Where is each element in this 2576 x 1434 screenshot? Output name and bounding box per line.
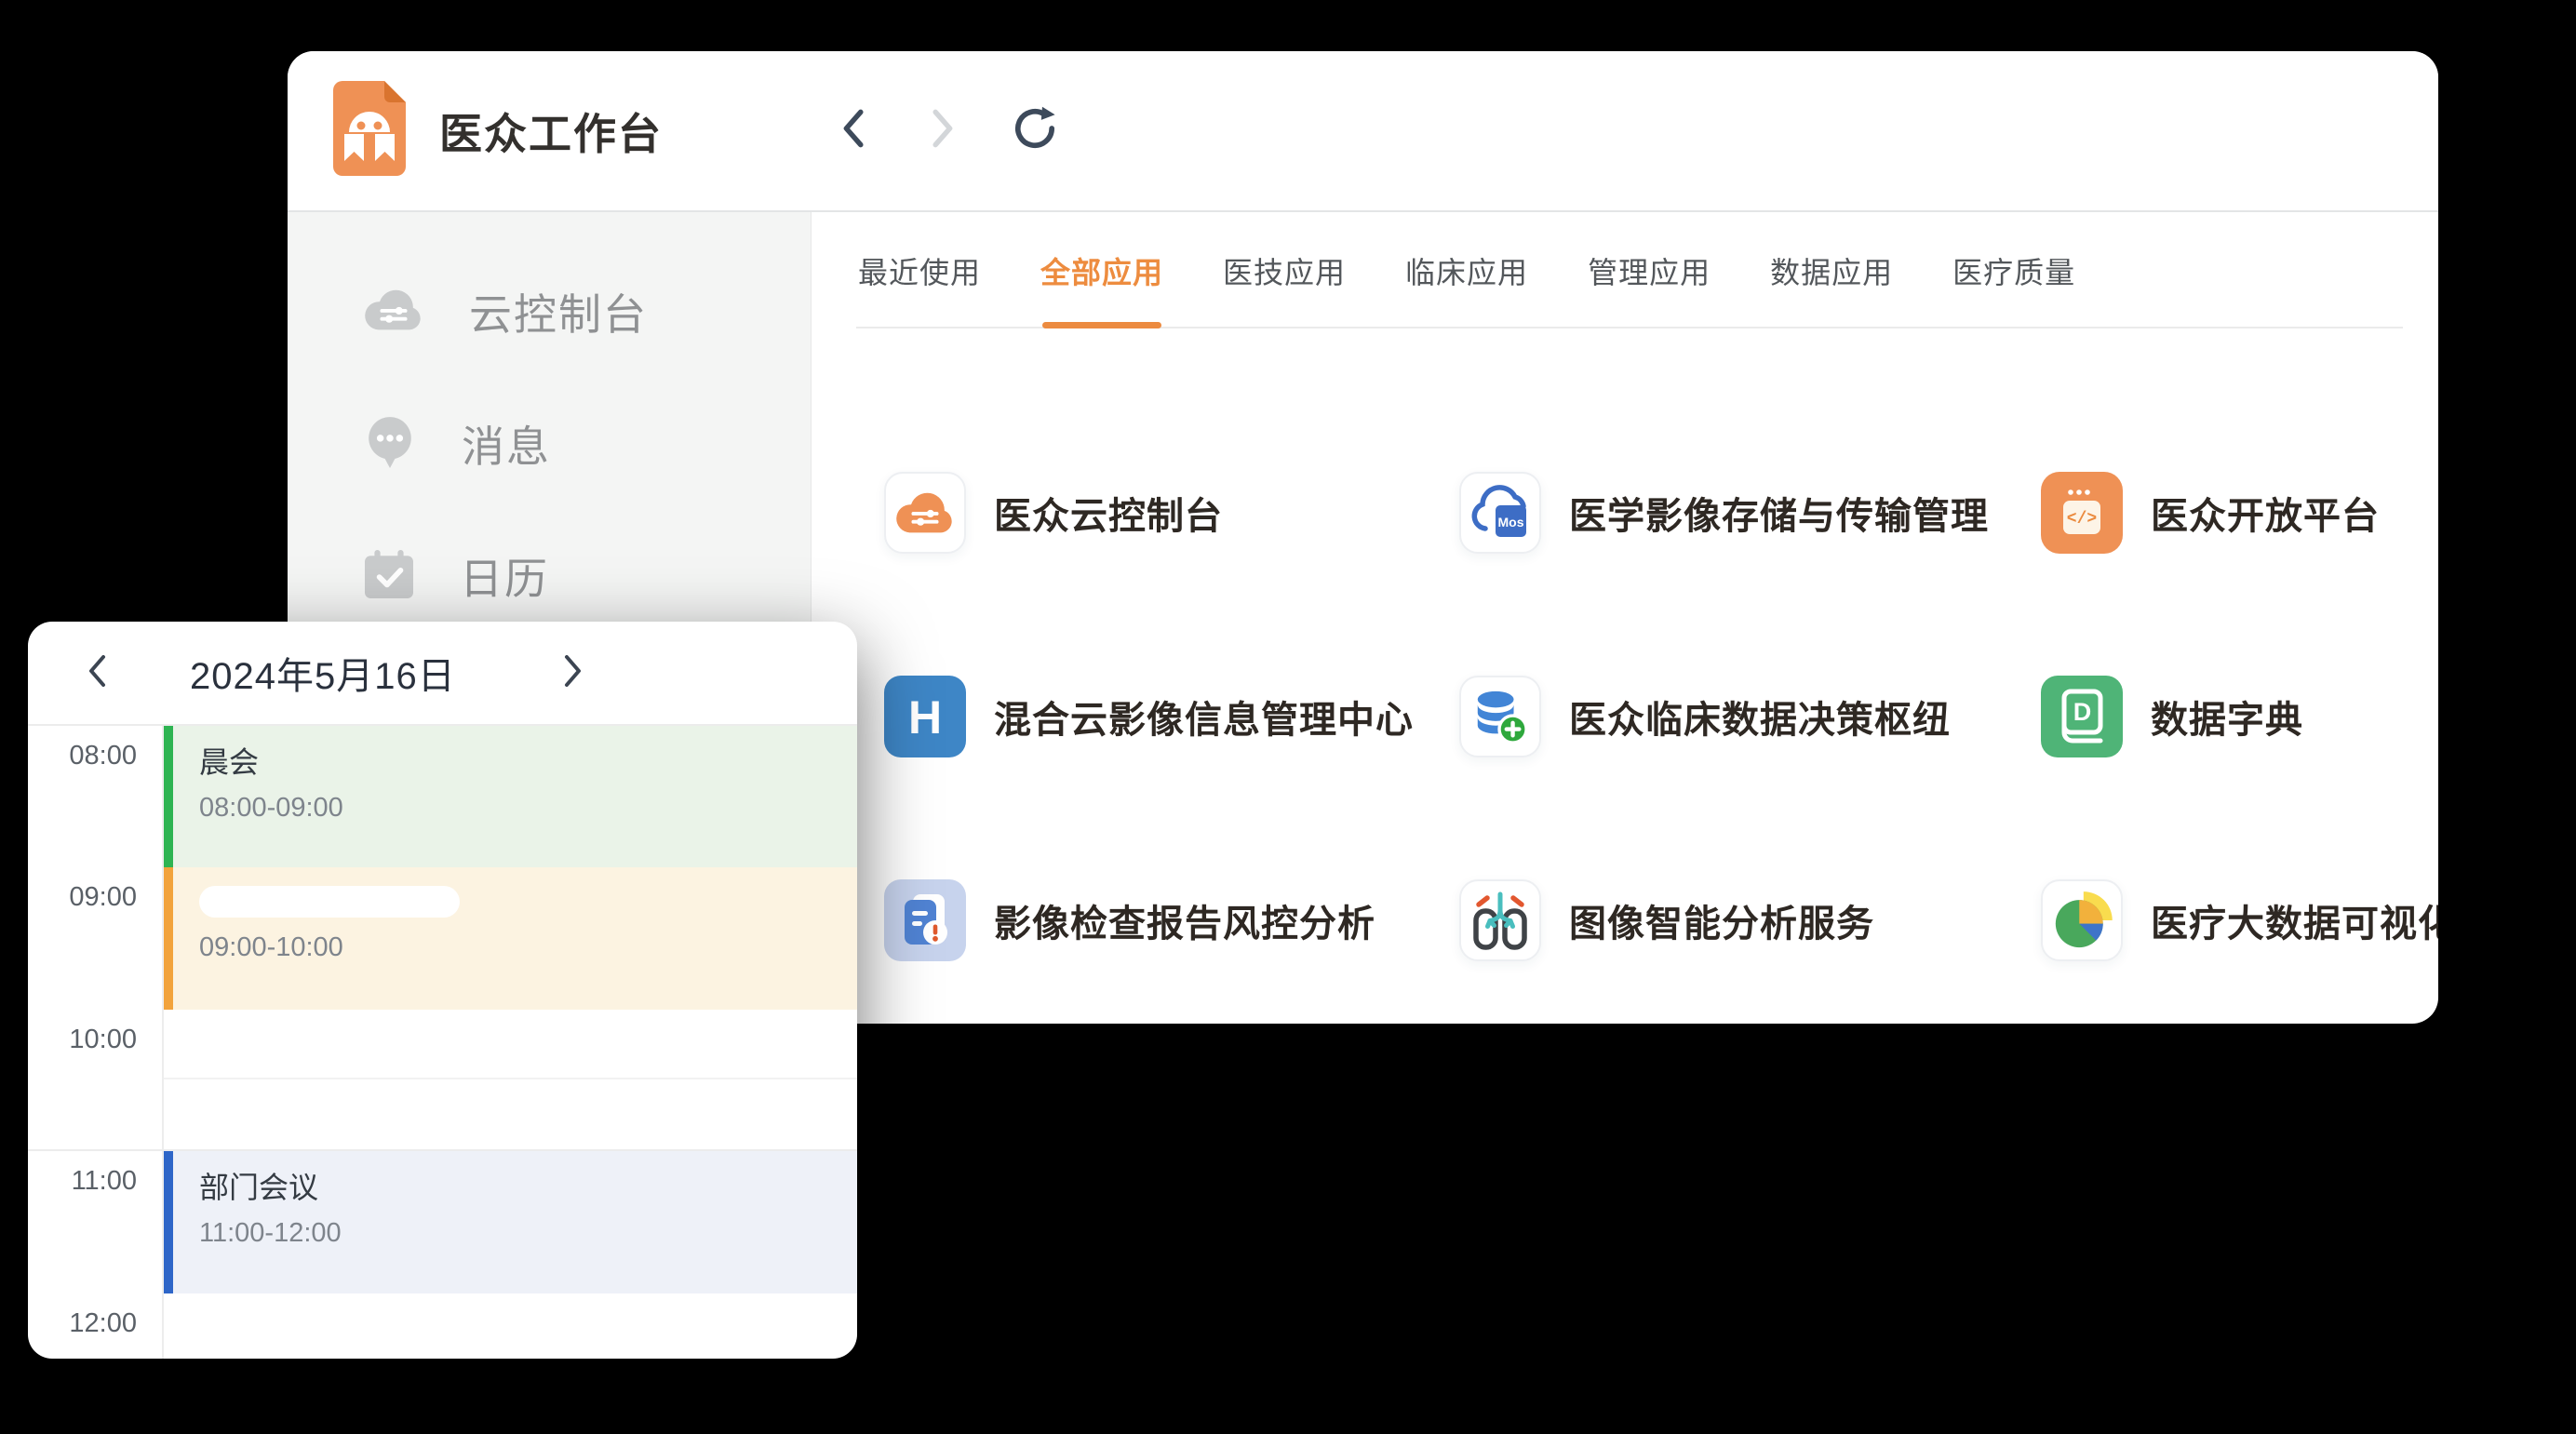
time-label: 09:00 [28,867,164,1010]
chevron-right-icon [563,654,584,692]
data-dictionary-icon: D [2041,676,2123,757]
cloud-mos-icon: Mos [1459,472,1541,554]
chevron-left-icon [87,654,107,692]
chevron-left-icon [839,108,865,154]
lungs-icon [1459,879,1541,961]
nav-group [828,107,1059,155]
app-clinical-data-hub[interactable]: 医众临床数据决策枢纽 [1459,614,2041,818]
svg-text:H: H [908,691,942,744]
refresh-button[interactable] [1011,107,1059,155]
app-grid: 医众云控制台 Mos 医学影像存储与传输管理 [856,410,2438,1022]
calendar-row-1200: 12:00 [28,1293,857,1359]
content-area: 最近使用 全部应用 医技应用 临床应用 管理应用 数据应用 医疗质量 [812,212,2438,1024]
page-title: 医众工作台 [439,101,663,162]
messages-icon [365,415,415,474]
calendar-date: 2024年5月16日 [190,646,456,700]
back-button[interactable] [828,107,877,155]
app-name: 数据字典 [2151,690,2303,744]
app-name: 医疗大数据可视化 [2151,893,2438,947]
active-tab-underline [1042,322,1161,328]
app-cloud-console[interactable]: 医众云控制台 [884,410,1459,614]
calendar-panel: 2024年5月16日 08:00 晨会 08:00-09:00 09:00 09… [28,622,857,1359]
forward-button[interactable] [919,107,968,155]
svg-text:</>: </> [2067,510,2097,529]
app-name: 图像智能分析服务 [1569,893,1874,947]
tab-all-apps[interactable]: 全部应用 [1039,212,1165,328]
app-logo-icon [333,81,406,181]
sidebar-item-label: 云控制台 [469,281,648,342]
cloud-console-icon [365,288,423,336]
calendar-event-private[interactable]: 09:00-10:00 [164,867,857,1010]
app-imaging-storage-transfer[interactable]: Mos 医学影像存储与传输管理 [1459,410,2041,614]
report-alert-icon [884,879,966,961]
app-data-dictionary[interactable]: D 数据字典 [2041,614,2438,818]
event-title: 晨会 [199,739,857,782]
tab-recently-used[interactable]: 最近使用 [856,212,983,328]
code-window-icon: </> [2041,472,2123,554]
app-image-ai-analysis[interactable]: 图像智能分析服务 [1459,818,2041,1022]
app-hybrid-cloud-imaging-center[interactable]: H 混合云影像信息管理中心 [884,614,1459,818]
app-big-data-visualization[interactable]: 医疗大数据可视化 [2041,818,2438,1022]
chevron-right-icon [931,108,957,154]
calendar-event-morning-meeting[interactable]: 晨会 08:00-09:00 [164,726,857,867]
database-plus-icon [1459,676,1541,757]
time-label: 10:00 [28,1010,164,1149]
sidebar-item-messages[interactable]: 消息 [288,396,811,491]
calendar-row-0900: 09:00 09:00-10:00 [28,867,857,1010]
tab-management-apps[interactable]: 管理应用 [1586,212,1712,328]
calendar-next-button[interactable] [553,652,594,693]
app-name: 医众开放平台 [2151,486,2380,540]
calendar-header: 2024年5月16日 [28,622,857,726]
calendar-prev-button[interactable] [76,652,117,693]
svg-text:D: D [2073,698,2092,726]
tab-clinical-apps[interactable]: 临床应用 [1403,212,1530,328]
sidebar-item-cloud-console[interactable]: 云控制台 [288,264,811,359]
half-hour-divider [164,1010,857,1079]
cloud-sliders-icon [884,472,966,554]
event-title-redacted [199,886,460,918]
tab-medical-quality[interactable]: 医疗质量 [1951,212,2077,328]
svg-text:Mos: Mos [1498,515,1524,529]
tab-bar: 最近使用 全部应用 医技应用 临床应用 管理应用 数据应用 医疗质量 [856,212,2438,328]
tab-data-apps[interactable]: 数据应用 [1768,212,1895,328]
calendar-body: 08:00 晨会 08:00-09:00 09:00 09:00-10:00 1… [28,726,857,1359]
pie-chart-icon [2041,879,2123,961]
app-name: 混合云影像信息管理中心 [994,690,1414,744]
calendar-event-department-meeting[interactable]: 部门会议 11:00-12:00 [164,1151,857,1293]
event-title: 部门会议 [199,1164,857,1207]
event-time-range: 11:00-12:00 [199,1218,857,1249]
app-name: 医学影像存储与传输管理 [1569,486,1989,540]
sidebar-item-label: 消息 [462,413,551,475]
calendar-empty-slot[interactable] [164,1293,857,1359]
time-label: 12:00 [28,1293,164,1359]
app-name: 影像检查报告风控分析 [994,893,1375,947]
calendar-row-1100: 11:00 部门会议 11:00-12:00 [28,1151,857,1293]
calendar-row-0800: 08:00 晨会 08:00-09:00 [28,726,857,867]
calendar-icon [365,550,413,603]
window-header: 医众工作台 [288,51,2438,212]
refresh-icon [1012,105,1058,156]
sidebar-item-calendar[interactable]: 日历 [288,529,811,623]
app-name: 医众临床数据决策枢纽 [1569,690,1951,744]
time-label: 11:00 [28,1151,164,1293]
calendar-empty-slot[interactable] [164,1010,857,1149]
letter-h-icon: H [884,676,966,757]
app-report-risk-analysis[interactable]: 影像检查报告风控分析 [884,818,1459,1022]
calendar-row-1000: 10:00 [28,1010,857,1151]
app-open-platform[interactable]: </> 医众开放平台 [2041,410,2438,614]
time-label: 08:00 [28,726,164,867]
sidebar-item-label: 日历 [460,545,549,607]
event-time-range: 09:00-10:00 [199,932,857,963]
tab-medtech-apps[interactable]: 医技应用 [1221,212,1348,328]
event-time-range: 08:00-09:00 [199,793,857,824]
app-name: 医众云控制台 [994,486,1223,540]
